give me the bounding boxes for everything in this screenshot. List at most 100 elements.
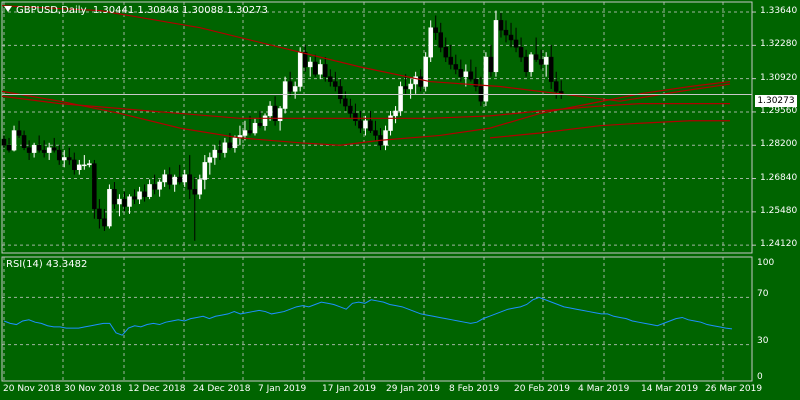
candle-bull xyxy=(222,142,228,153)
candle-bull xyxy=(202,162,208,180)
candle-bear xyxy=(348,105,353,114)
candle-bear xyxy=(257,122,263,126)
candle-bear xyxy=(227,142,233,148)
candle-bull xyxy=(87,163,92,166)
candle-bear xyxy=(433,27,438,33)
candle-bear xyxy=(122,198,127,207)
candle-bull xyxy=(137,191,142,200)
price-pane-frame xyxy=(1,1,753,254)
triangle-down-icon[interactable] xyxy=(4,6,12,12)
candle-bear xyxy=(152,184,157,190)
candle-bear xyxy=(167,174,172,185)
candle-bull xyxy=(363,120,368,129)
candle-bull xyxy=(393,110,398,117)
price-chart[interactable] xyxy=(0,0,800,400)
candle-bear xyxy=(553,81,559,92)
price-axis-label: 1.32280 xyxy=(760,39,798,50)
candle-bear xyxy=(142,191,147,197)
price-axis-label: 1.24120 xyxy=(760,239,798,250)
candle-bear xyxy=(112,189,117,205)
candle-bear xyxy=(503,29,509,36)
candle-bull xyxy=(307,61,313,68)
price-axis-label: 1.26840 xyxy=(760,172,798,183)
candle-bear xyxy=(312,61,318,75)
candle-bull xyxy=(172,176,177,185)
candle-bear xyxy=(438,32,443,48)
candle-bull xyxy=(408,83,413,90)
candle-bear xyxy=(16,130,22,136)
candle-bear xyxy=(323,64,328,77)
candle-bull xyxy=(292,86,298,92)
candle-bull xyxy=(383,130,388,146)
price-axis-label: 1.29560 xyxy=(760,105,798,116)
high-value: 1.30848 xyxy=(137,5,179,16)
candle-bear xyxy=(26,147,32,153)
candle-bear xyxy=(443,47,449,58)
candle-bull xyxy=(318,64,323,75)
candle-bear xyxy=(328,76,333,82)
candle-bull xyxy=(61,157,67,161)
candle-bear xyxy=(418,76,423,87)
candle-bull xyxy=(157,181,162,190)
date-axis-label: 12 Dec 2018 xyxy=(128,384,186,394)
candle-bear xyxy=(488,56,494,73)
date-axis-label: 4 Mar 2019 xyxy=(578,384,630,394)
candle-bear xyxy=(368,120,373,131)
date-axis-label: 14 Mar 2019 xyxy=(641,384,699,394)
candle-bear xyxy=(468,71,474,80)
candle-bull xyxy=(267,105,273,117)
candle-bull xyxy=(77,164,82,170)
candle-bull xyxy=(262,115,268,126)
ma-fast xyxy=(1,95,730,119)
candle-bull xyxy=(282,81,288,109)
candle-bear xyxy=(533,54,539,60)
candle-bull xyxy=(46,147,52,153)
close-value: 1.30273 xyxy=(226,5,268,16)
candle-bear xyxy=(187,174,192,190)
candle-bear xyxy=(67,157,72,161)
candle-bull xyxy=(82,164,87,167)
ma-medium xyxy=(1,80,731,146)
date-axis-label: 8 Feb 2019 xyxy=(449,384,500,394)
rsi-axis-label: 70 xyxy=(757,289,769,299)
candle-bull xyxy=(423,56,428,87)
rsi-axis-label: 100 xyxy=(757,258,775,268)
candle-bear xyxy=(538,59,544,65)
candle-bear xyxy=(498,20,504,31)
candle-bear xyxy=(353,113,358,122)
candle-bull xyxy=(197,179,203,195)
date-axis-label: 26 Mar 2019 xyxy=(705,384,763,394)
date-axis-label: 30 Nov 2018 xyxy=(64,384,122,394)
price-axis-label: 1.25480 xyxy=(760,205,798,216)
candle-bull xyxy=(252,122,258,134)
candle-bull xyxy=(543,56,549,65)
rsi-line xyxy=(3,296,733,336)
candle-bear xyxy=(217,149,223,153)
candle-bull xyxy=(212,149,218,158)
candle-bear xyxy=(338,86,343,99)
candle-bull xyxy=(463,71,469,77)
date-axis-label: 20 Nov 2018 xyxy=(3,384,61,394)
candle-bear xyxy=(333,81,338,87)
candle-bull xyxy=(11,130,17,151)
candle-bull xyxy=(398,86,403,112)
candle-bear xyxy=(192,189,198,195)
candle-bull xyxy=(528,54,534,73)
candle-bear xyxy=(132,196,137,200)
candle-bear xyxy=(287,81,293,92)
low-value: 1.30088 xyxy=(181,5,224,16)
candle-bear xyxy=(51,147,57,151)
candle-bull xyxy=(232,137,238,148)
price-axis-label: 1.30920 xyxy=(760,72,798,83)
candle-bear xyxy=(36,145,42,151)
candle-bear xyxy=(458,69,464,77)
candle-bear xyxy=(518,47,524,58)
candle-bear xyxy=(373,130,378,136)
candle-bear xyxy=(247,130,253,134)
date-axis-label: 7 Jan 2019 xyxy=(258,384,307,394)
price-axis-label: 1.28200 xyxy=(760,139,798,150)
candle-bull xyxy=(182,174,187,183)
candle-bear xyxy=(21,135,27,148)
candle-bear xyxy=(448,56,454,65)
date-axis-label: 29 Jan 2019 xyxy=(386,384,440,394)
